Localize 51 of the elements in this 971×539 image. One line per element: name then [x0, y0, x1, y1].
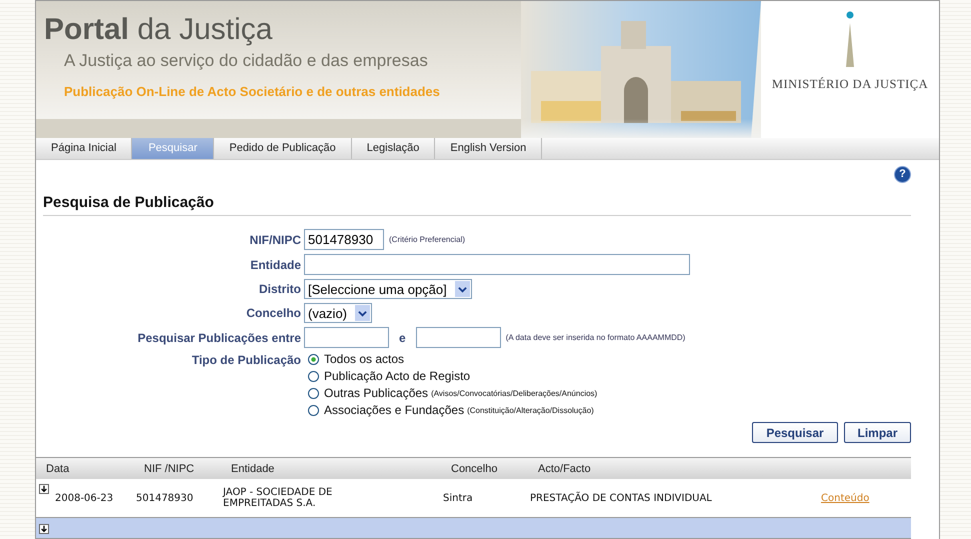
- dropdown[interactable]: (vazio): [304, 303, 372, 323]
- input-field[interactable]: [304, 327, 389, 348]
- help-icon[interactable]: ?: [894, 166, 911, 183]
- input-field[interactable]: [304, 254, 690, 275]
- site-title: Portal da Justiça: [44, 13, 274, 47]
- field-label: Pesquisar Publicações entre: [136, 330, 302, 344]
- field-label: Concelho: [245, 306, 302, 320]
- radio-button[interactable]: [308, 370, 319, 382]
- field-label: Tipo de Publicação: [190, 352, 302, 367]
- section-heading: Pesquisa de Publicação: [43, 194, 911, 216]
- option-label: Todos os actos: [324, 352, 404, 366]
- site-subtitle: A Justiça ao serviço do cidadão e das empresas: [64, 51, 429, 71]
- radio-button[interactable]: [308, 404, 319, 416]
- caret-icon: [355, 305, 370, 321]
- table-cell: PRESTAÇÃO DE CONTAS INDIVIDUAL: [530, 492, 712, 504]
- column-header: Entidade: [230, 462, 276, 474]
- hint-text: (A data deve ser inserida no formato AAAAMMDD): [506, 333, 686, 342]
- expand-icon[interactable]: [39, 524, 49, 534]
- column-header: Acto/Facto: [537, 462, 592, 474]
- nav-tab[interactable]: English Version: [435, 138, 542, 159]
- field-label: Distrito: [258, 282, 302, 296]
- field-label: Entidade: [249, 258, 302, 272]
- table-cell: 2008-06-23: [55, 492, 114, 504]
- input-field[interactable]: [416, 327, 501, 348]
- column-header: NIF /NIPC: [143, 462, 196, 474]
- caret-icon: [454, 281, 470, 297]
- table-cell: Sintra: [443, 492, 473, 504]
- option-label: Outras Publicações: [324, 386, 428, 400]
- service-title: Publicação On-Line de Acto Societário e de outras entidades: [64, 84, 441, 100]
- option-note: (Constituição/Alteração/Dissolução): [467, 406, 594, 414]
- ministry-name: MINISTÉRIO DA JUSTIÇA: [772, 77, 928, 92]
- hint-text: (Critério Preferencial): [389, 235, 466, 244]
- option-label: Associações e Fundações: [324, 403, 464, 417]
- radio-button[interactable]: [308, 388, 319, 398]
- column-header: Concelho: [450, 462, 498, 474]
- range-separator: e: [399, 330, 406, 344]
- nav-tab[interactable]: Pedido de Publicação: [214, 138, 352, 159]
- table-cell: 501478930: [136, 492, 194, 504]
- radio-button[interactable]: [308, 354, 319, 364]
- input-field[interactable]: 501478930: [304, 229, 384, 250]
- expand-icon[interactable]: [39, 484, 49, 494]
- form-button[interactable]: Pesquisar: [752, 422, 838, 443]
- column-header: Data: [45, 462, 70, 474]
- option-note: (Avisos/Convocatórias/Deliberações/Anúncios): [431, 388, 598, 398]
- form-button[interactable]: Limpar: [844, 422, 911, 443]
- nav-tab[interactable]: Legislação: [352, 138, 436, 159]
- obelisk-icon: [845, 11, 855, 67]
- dropdown[interactable]: [Seleccione uma opção]: [304, 279, 472, 299]
- table-cell: JAOP - SOCIEDADE DE EMPREITADAS S.A.: [223, 487, 332, 509]
- option-label: Publicação Acto de Registo: [324, 369, 470, 383]
- field-label: NIF/NIPC: [248, 232, 302, 246]
